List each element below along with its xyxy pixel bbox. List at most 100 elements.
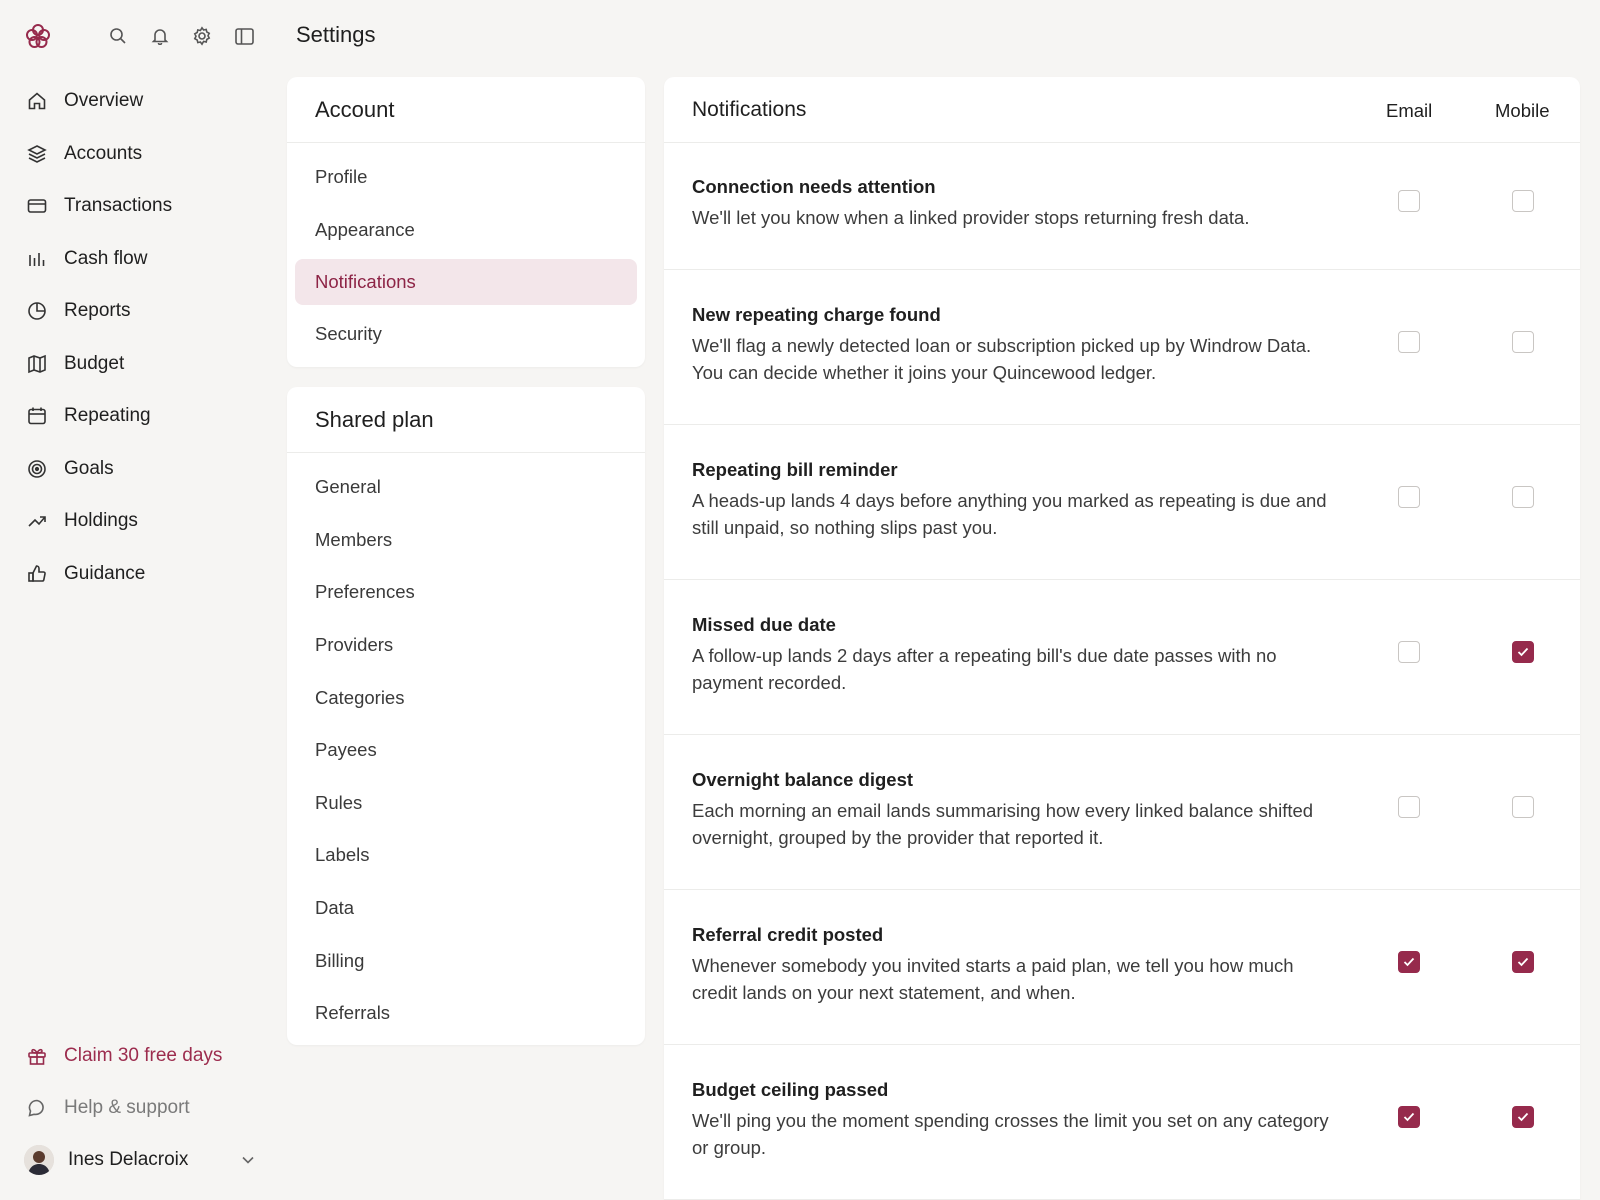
notification-row: Overnight balance digest Each morning an … <box>664 735 1580 890</box>
nav-item-label: Guidance <box>64 562 146 584</box>
notification-row: Budget ceiling passed We'll ping you the … <box>664 1045 1580 1200</box>
gear-icon[interactable] <box>188 22 216 50</box>
sidebar: Overview Accounts Transactions Cash flow… <box>0 0 280 1200</box>
bar-chart-icon <box>26 248 48 270</box>
notification-row: Referral credit posted Whenever somebody … <box>664 890 1580 1045</box>
email-checkbox[interactable] <box>1398 641 1420 663</box>
nav-item-label: Repeating <box>64 405 151 427</box>
page-title: Settings <box>296 22 376 47</box>
user-menu[interactable]: Ines Delacroix <box>16 1134 264 1186</box>
notification-title: Budget ceiling passed <box>692 1079 889 1100</box>
mobile-checkbox[interactable] <box>1512 486 1534 508</box>
mobile-checkbox[interactable] <box>1512 331 1534 353</box>
nav-item-budget[interactable]: Budget <box>16 338 264 391</box>
account-card-title: Account <box>287 77 645 143</box>
menu-item-referrals[interactable]: Referrals <box>295 987 637 1040</box>
notification-title: Connection needs attention <box>692 176 936 197</box>
menu-item-notifications[interactable]: Notifications <box>295 259 637 306</box>
nav-item-label: Transactions <box>64 195 173 217</box>
chat-bubble-icon <box>26 1097 48 1119</box>
home-icon <box>26 90 48 112</box>
thumbs-up-icon <box>26 563 48 585</box>
nav-item-cash-flow[interactable]: Cash flow <box>16 233 264 286</box>
help-support-link[interactable]: Help & support <box>16 1082 264 1134</box>
claim-free-days-label: Claim 30 free days <box>64 1045 223 1066</box>
help-support-label: Help & support <box>64 1097 190 1118</box>
menu-item-payees[interactable]: Payees <box>295 724 637 777</box>
email-checkbox[interactable] <box>1398 486 1420 508</box>
shared-plan-menu: General Members Preferences Providers Ca… <box>287 453 645 1048</box>
notification-description: We'll ping you the moment spending cross… <box>692 1110 1329 1158</box>
main-nav: Overview Accounts Transactions Cash flow… <box>16 75 264 600</box>
sidebar-topbar <box>24 20 254 52</box>
menu-item-rules[interactable]: Rules <box>295 777 637 830</box>
notifications-title: Notifications <box>692 97 807 121</box>
menu-item-labels[interactable]: Labels <box>295 829 637 882</box>
pie-chart-icon <box>26 300 48 322</box>
nav-item-repeating[interactable]: Repeating <box>16 390 264 443</box>
account-card: Account Profile Appearance Notifications… <box>287 77 645 367</box>
email-checkbox[interactable] <box>1398 1106 1420 1128</box>
menu-item-data[interactable]: Data <box>295 882 637 935</box>
menu-item-security[interactable]: Security <box>295 308 637 361</box>
menu-item-profile[interactable]: Profile <box>295 151 637 204</box>
layers-icon <box>26 143 48 165</box>
notification-row: Repeating bill reminder A heads-up lands … <box>664 425 1580 580</box>
flower-logo-icon[interactable] <box>24 22 52 50</box>
menu-item-members[interactable]: Members <box>295 514 637 567</box>
shared-plan-card-title: Shared plan <box>287 387 645 453</box>
notification-rows: Connection needs attention We'll let you … <box>664 143 1580 1200</box>
nav-item-label: Overview <box>64 90 144 112</box>
map-icon <box>26 353 48 375</box>
nav-item-overview[interactable]: Overview <box>16 75 264 128</box>
notification-description: We'll flag a newly detected loan or subs… <box>692 335 1312 383</box>
email-checkbox[interactable] <box>1398 951 1420 973</box>
user-name: Ines Delacroix <box>68 1149 189 1170</box>
nav-item-label: Accounts <box>64 142 143 164</box>
notification-title: Overnight balance digest <box>692 769 914 790</box>
mobile-checkbox[interactable] <box>1512 796 1534 818</box>
trend-up-icon <box>26 510 48 532</box>
claim-free-days-link[interactable]: Claim 30 free days <box>16 1030 264 1082</box>
nav-item-transactions[interactable]: Transactions <box>16 180 264 233</box>
nav-item-reports[interactable]: Reports <box>16 285 264 338</box>
nav-item-guidance[interactable]: Guidance <box>16 548 264 601</box>
email-checkbox[interactable] <box>1398 331 1420 353</box>
account-menu: Profile Appearance Notifications Securit… <box>287 143 645 369</box>
target-icon <box>26 458 48 480</box>
notification-row: New repeating charge found We'll flag a n… <box>664 270 1580 425</box>
nav-item-holdings[interactable]: Holdings <box>16 495 264 548</box>
chevron-down-icon <box>238 1150 258 1170</box>
shared-plan-card: Shared plan General Members Preferences … <box>287 387 645 1045</box>
bell-icon[interactable] <box>146 22 174 50</box>
notification-row: Connection needs attention We'll let you … <box>664 143 1580 270</box>
menu-item-appearance[interactable]: Appearance <box>295 204 637 257</box>
email-checkbox[interactable] <box>1398 796 1420 818</box>
nav-item-label: Reports <box>64 300 131 322</box>
email-checkbox[interactable] <box>1398 190 1420 212</box>
card-icon <box>26 195 48 217</box>
mobile-checkbox[interactable] <box>1512 641 1534 663</box>
search-icon[interactable] <box>104 22 132 50</box>
nav-item-goals[interactable]: Goals <box>16 443 264 496</box>
menu-item-general[interactable]: General <box>295 461 637 514</box>
mobile-checkbox[interactable] <box>1512 190 1534 212</box>
sidebar-toggle-icon[interactable] <box>230 22 258 50</box>
notification-description: A heads-up lands 4 days before anything … <box>692 490 1327 538</box>
mobile-checkbox[interactable] <box>1512 1106 1534 1128</box>
notification-row: Missed due date A follow-up lands 2 days … <box>664 580 1580 735</box>
gift-icon <box>26 1045 48 1067</box>
menu-item-categories[interactable]: Categories <box>295 671 637 724</box>
calendar-icon <box>26 405 48 427</box>
avatar <box>24 1145 54 1175</box>
notification-description: Each morning an email lands summarising … <box>692 800 1314 848</box>
notification-title: Missed due date <box>692 614 836 635</box>
menu-item-preferences[interactable]: Preferences <box>295 566 637 619</box>
menu-item-billing[interactable]: Billing <box>295 934 637 987</box>
sidebar-bottom: Claim 30 free days Help & support Ines D… <box>16 1030 264 1186</box>
menu-item-providers[interactable]: Providers <box>295 619 637 672</box>
mobile-checkbox[interactable] <box>1512 951 1534 973</box>
notification-title: Repeating bill reminder <box>692 459 898 480</box>
nav-item-accounts[interactable]: Accounts <box>16 128 264 181</box>
notification-description: We'll let you know when a linked provide… <box>692 207 1250 228</box>
